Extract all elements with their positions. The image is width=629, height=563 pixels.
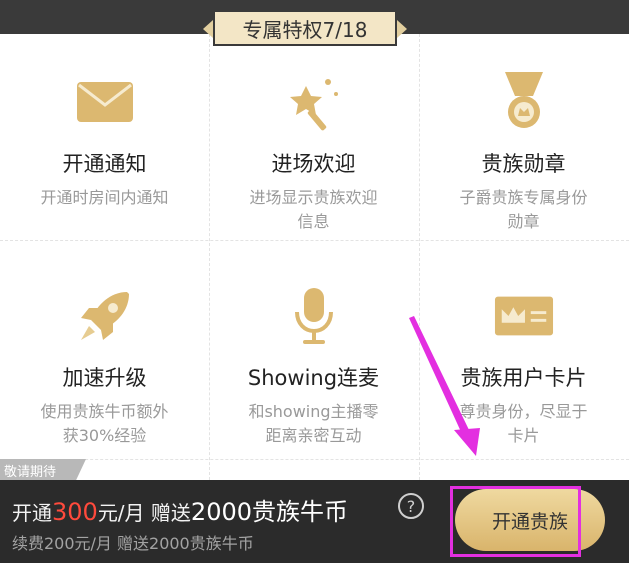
coming-soon-label: 敬请期待 xyxy=(4,464,57,480)
privilege-desc: 和showing主播零距离亲密互动 xyxy=(248,402,379,445)
help-symbol: ? xyxy=(406,496,416,516)
open-prefix: 开通 xyxy=(12,501,52,525)
privilege-card-welcome[interactable]: 进场欢迎 进场显示贵族欢迎信息 xyxy=(209,34,418,240)
grid-divider xyxy=(0,459,629,460)
privilege-title: 加速升级 xyxy=(62,366,147,390)
privilege-desc: 进场显示贵族欢迎信息 xyxy=(249,188,378,231)
privilege-desc: 使用贵族牛币额外获30%经验 xyxy=(40,402,169,445)
open-noble-button[interactable]: 开通贵族 xyxy=(455,489,605,551)
privilege-card-usercard[interactable]: 贵族用户卡片 尊贵身份，尽显于卡片 xyxy=(419,248,628,454)
open-unit: 元/月 赠送 xyxy=(97,501,191,525)
privileges-panel: 开通通知 开通时房间内通知 进场欢迎 进场显示贵族欢迎信息 贵族勋章 子爵贵族专… xyxy=(0,34,629,480)
microphone-icon xyxy=(284,286,344,346)
privilege-desc: 尊贵身份，尽显于卡片 xyxy=(459,402,588,445)
medal-icon xyxy=(494,72,554,132)
privilege-desc: 开通时房间内通知 xyxy=(40,188,169,207)
privilege-title: 贵族勋章 xyxy=(481,152,566,176)
open-noble-button-label: 开通贵族 xyxy=(491,511,568,533)
privilege-card-speedup[interactable]: 加速升级 使用贵族牛币额外获30%经验 xyxy=(0,248,209,454)
crown-card-icon xyxy=(494,286,554,346)
grid-divider xyxy=(0,240,629,241)
privilege-title: Showing连麦 xyxy=(247,366,380,390)
rocket-icon xyxy=(75,286,135,346)
renew-price-line: 续费200元/月 赠送2000贵族牛币 xyxy=(12,534,254,553)
privilege-card-notify[interactable]: 开通通知 开通时房间内通知 xyxy=(0,34,209,240)
ribbon-label: 专属特权7/18 xyxy=(242,17,368,42)
privileges-count-ribbon: 专属特权7/18 xyxy=(203,10,407,46)
envelope-icon xyxy=(75,72,135,132)
help-icon[interactable]: ? xyxy=(398,493,424,519)
privilege-title: 开通通知 xyxy=(62,152,147,176)
privilege-title: 贵族用户卡片 xyxy=(460,366,587,390)
open-price-line: 开通300元/月 赠送2000贵族牛币 xyxy=(12,492,348,527)
open-price: 300 xyxy=(52,498,98,526)
privileges-grid: 开通通知 开通时房间内通知 进场欢迎 进场显示贵族欢迎信息 贵族勋章 子爵贵族专… xyxy=(0,34,629,480)
privilege-desc: 子爵贵族专属身份勋章 xyxy=(459,188,588,231)
privilege-card-showing[interactable]: Showing连麦 和showing主播零距离亲密互动 xyxy=(209,248,418,454)
open-bonus: 2000贵族牛币 xyxy=(190,498,348,526)
coming-soon-tag: 敬请期待 xyxy=(0,459,86,481)
magic-wand-icon xyxy=(284,72,344,132)
privilege-title: 进场欢迎 xyxy=(271,152,356,176)
privilege-card-medal[interactable]: 贵族勋章 子爵贵族专属身份勋章 xyxy=(419,34,628,240)
